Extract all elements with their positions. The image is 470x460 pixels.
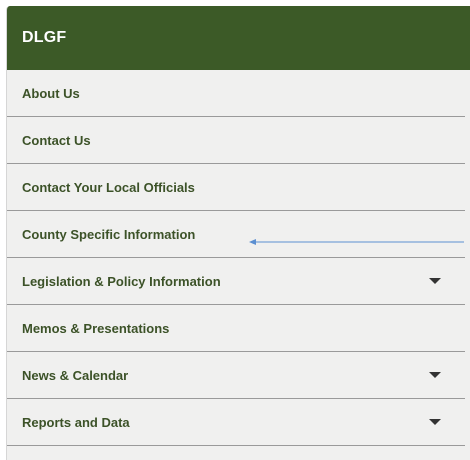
nav-item-label[interactable]: Reports and Data (22, 415, 130, 430)
nav-item-memos-presentations[interactable]: Memos & Presentations (7, 305, 465, 352)
nav-item-news-calendar[interactable]: News & Calendar (7, 352, 465, 399)
nav-item-label[interactable]: Legislation & Policy Information (22, 274, 221, 289)
nav-header[interactable]: DLGF (7, 6, 470, 70)
nav-item-reports-and-data[interactable]: Reports and Data (7, 399, 465, 446)
nav-header-title[interactable]: DLGF (22, 29, 66, 47)
nav-item-contact-local-officials[interactable]: Contact Your Local Officials (7, 164, 465, 211)
nav-item-county-specific-information[interactable]: County Specific Information (7, 211, 465, 258)
nav-item-label[interactable]: About Us (22, 86, 80, 101)
side-navigation: DLGF About Us Contact Us Contact Your Lo… (6, 6, 470, 460)
caret-down-icon[interactable] (429, 278, 441, 284)
nav-item-label[interactable]: County Specific Information (22, 227, 195, 242)
nav-item-label[interactable]: Contact Us (22, 133, 91, 148)
nav-item-legislation-policy-information[interactable]: Legislation & Policy Information (7, 258, 465, 305)
nav-item-contact-us[interactable]: Contact Us (7, 117, 465, 164)
nav-list: About Us Contact Us Contact Your Local O… (7, 70, 470, 446)
nav-item-about-us[interactable]: About Us (7, 70, 465, 117)
nav-item-label[interactable]: News & Calendar (22, 368, 128, 383)
caret-down-icon[interactable] (429, 419, 441, 425)
annotation-arrow-icon (249, 238, 464, 246)
nav-item-label[interactable]: Contact Your Local Officials (22, 180, 195, 195)
caret-down-icon[interactable] (429, 372, 441, 378)
nav-item-label[interactable]: Memos & Presentations (22, 321, 169, 336)
